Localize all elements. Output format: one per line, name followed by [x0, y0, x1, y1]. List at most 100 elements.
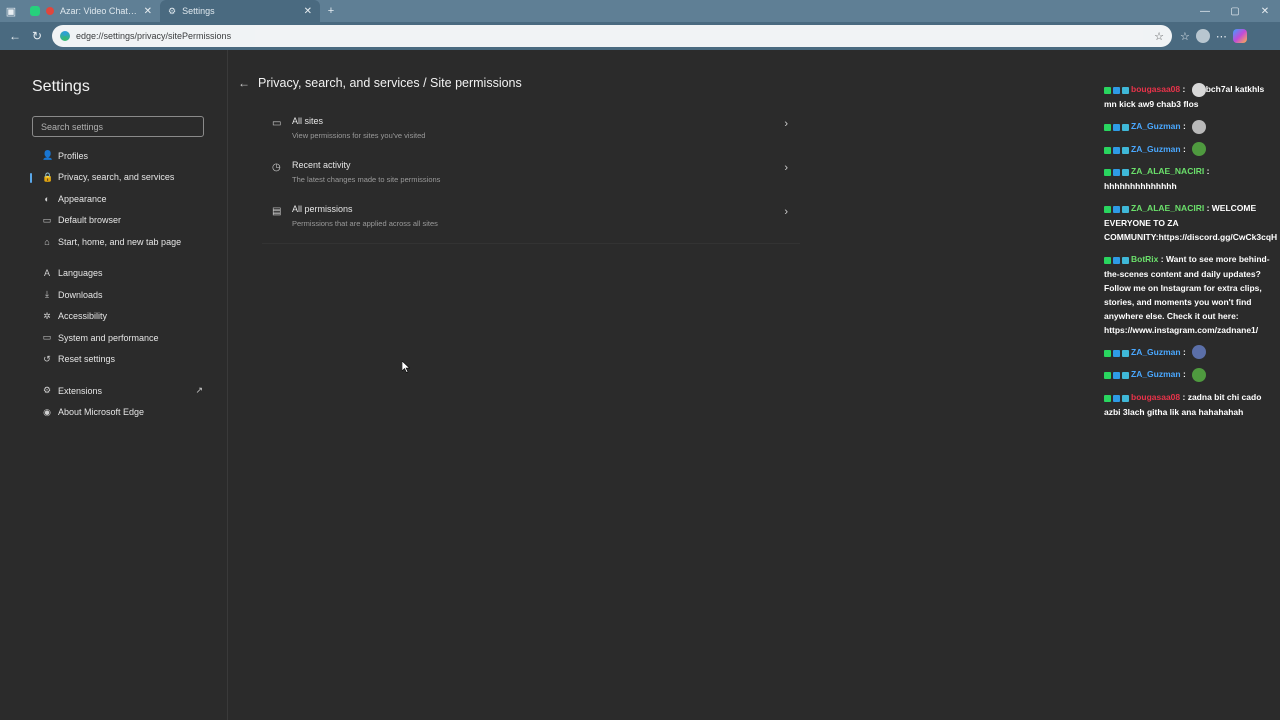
badge-icon — [1113, 123, 1120, 131]
chevron-right-icon: › — [784, 162, 788, 174]
badge-icon — [1113, 206, 1120, 213]
user-badges-icon — [1104, 391, 1131, 405]
chat-message: ZA_ALAE_NACIRI : hhhhhhhhhhhhhh — [1104, 164, 1278, 193]
sidebar-item-start-home[interactable]: ⌂ Start, home, and new tab page — [32, 231, 203, 253]
chat-separator: : — [1180, 369, 1189, 380]
badge-icon — [1104, 169, 1111, 177]
chat-username[interactable]: ZA_Guzman — [1131, 121, 1181, 131]
sidebar-item-extensions[interactable]: ⚙ Extensions ↗ — [32, 380, 203, 402]
chat-username[interactable]: bougasaa08 — [1131, 392, 1180, 402]
chat-separator: : — [1180, 346, 1189, 357]
item-title: All permissions — [292, 204, 353, 214]
favorites-icon[interactable]: ☆ — [1180, 30, 1190, 43]
profile-avatar[interactable] — [1195, 29, 1210, 43]
sidebar-item-label: Reset settings — [58, 354, 116, 365]
item-subtitle: Permissions that are applied across all … — [292, 219, 438, 228]
window-controls: — ▢ ✕ — [1190, 6, 1280, 17]
chevron-right-icon: › — [784, 206, 788, 218]
chat-username[interactable]: bougasaa08 — [1131, 84, 1180, 94]
emote-icon — [1192, 345, 1207, 360]
tab-azar[interactable]: Azar: Video Chat | Alternative ✕ — [22, 0, 160, 22]
badge-icon — [1113, 87, 1120, 94]
list-item-all-permissions[interactable]: ▤ All permissions Permissions that are a… — [262, 200, 800, 244]
chat-username[interactable]: ZA_Guzman — [1131, 347, 1181, 357]
close-window-button[interactable]: ✕ — [1250, 6, 1280, 17]
sidebar-item-languages[interactable]: A Languages — [32, 263, 203, 285]
badge-icon — [1104, 146, 1111, 154]
more-menu-icon[interactable]: ⋯ — [1216, 30, 1227, 43]
chat-separator: : — [1180, 143, 1189, 154]
chat-separator: : — [1158, 253, 1166, 264]
emote-icon — [1192, 142, 1207, 157]
badge-icon — [1122, 372, 1129, 380]
address-bar[interactable]: edge://settings/privacy/sitePermissions … — [52, 25, 1172, 47]
item-subtitle: The latest changes made to site permissi… — [292, 175, 441, 184]
new-tab-button[interactable]: + — [320, 0, 342, 22]
sidebar-item-label: Extensions — [58, 385, 103, 396]
sidebar-item-label: Appearance — [58, 193, 107, 204]
sidebar-item-reset[interactable]: ↺ Reset settings — [32, 349, 203, 371]
minimize-button[interactable]: — — [1190, 6, 1220, 17]
accessibility-icon: ✲ — [43, 310, 51, 321]
list-item-all-sites[interactable]: ▭ All sites View permissions for sites y… — [262, 112, 800, 156]
chat-username[interactable]: ZA_Guzman — [1131, 144, 1181, 154]
toolbar-right: ☆ ⋯ — [1180, 29, 1247, 43]
chat-separator: : — [1180, 120, 1189, 131]
extensions-icon: ⚙ — [42, 385, 52, 396]
settings-title: Settings — [32, 78, 90, 95]
user-badges-icon — [1104, 368, 1131, 382]
user-badges-icon — [1104, 253, 1131, 267]
badge-icon — [1104, 87, 1111, 94]
sidebar-item-privacy[interactable]: 🔒 Privacy, search, and services — [30, 167, 203, 189]
chat-message: ZA_Guzman : — [1104, 142, 1278, 157]
chat-message: ZA_ALAE_NACIRI : WELCOME EVERYONE TO ZA … — [1104, 201, 1278, 244]
badge-icon — [1122, 87, 1129, 94]
badge-icon — [1113, 146, 1120, 154]
chat-username[interactable]: BotRix — [1131, 254, 1158, 264]
badge-icon — [1122, 256, 1129, 264]
tab-actions-icon[interactable]: ▣ — [0, 0, 22, 22]
copilot-icon[interactable] — [1232, 29, 1247, 43]
badge-icon — [1104, 206, 1111, 213]
sidebar-item-profiles[interactable]: 👤 Profiles — [32, 145, 203, 167]
reset-icon: ↺ — [43, 353, 51, 364]
gear-icon: ⚙ — [168, 5, 177, 16]
sidebar-item-appearance[interactable]: ◐ Appearance — [32, 188, 203, 210]
tab-settings[interactable]: ⚙ Settings ✕ — [160, 0, 320, 22]
badge-icon — [1113, 256, 1120, 264]
close-tab-icon[interactable]: ✕ — [304, 6, 312, 17]
tab-label: Azar: Video Chat | Alternative — [60, 6, 138, 16]
chat-username[interactable]: ZA_ALAE_NACIRI — [1131, 203, 1204, 213]
download-icon: ⤓ — [45, 289, 49, 300]
badge-icon — [1104, 256, 1111, 264]
chat-separator: : — [1180, 392, 1188, 402]
sidebar-item-accessibility[interactable]: ✲ Accessibility — [32, 306, 203, 328]
badge-icon — [1104, 372, 1111, 380]
maximize-button[interactable]: ▢ — [1220, 6, 1250, 17]
sidebar-item-label: Privacy, search, and services — [58, 172, 175, 183]
search-settings-input[interactable]: Search settings — [32, 116, 204, 137]
chat-username[interactable]: ZA_ALAE_NACIRI — [1131, 166, 1204, 176]
sidebar-item-system[interactable]: ▭ System and performance — [32, 327, 203, 349]
back-button[interactable]: ← — [4, 25, 26, 47]
user-badges-icon — [1104, 142, 1131, 156]
user-badges-icon — [1104, 202, 1131, 216]
palette-icon: ◐ — [44, 193, 50, 204]
chat-overlay: bougasaa08 : bch7al katkhls mn kick aw9 … — [1104, 82, 1278, 427]
nav-spacer — [32, 370, 203, 380]
back-arrow-icon[interactable]: ← — [238, 76, 250, 90]
list-item-recent-activity[interactable]: ◷ Recent activity The latest changes mad… — [262, 156, 800, 200]
emote-icon — [1192, 119, 1207, 134]
sidebar-item-about[interactable]: ◉ About Microsoft Edge — [32, 402, 203, 424]
emote-icon — [1192, 368, 1207, 382]
badge-icon — [1104, 349, 1111, 357]
sidebar-item-default-browser[interactable]: ▭ Default browser — [32, 210, 203, 232]
refresh-button[interactable]: ↻ — [26, 25, 48, 47]
chat-message: bougasaa08 : bch7al katkhls mn kick aw9 … — [1104, 82, 1278, 111]
badge-icon — [1122, 123, 1129, 131]
badge-icon — [1113, 169, 1120, 177]
chat-username[interactable]: ZA_Guzman — [1131, 369, 1181, 379]
sidebar-item-downloads[interactable]: ⤓ Downloads — [32, 284, 203, 306]
close-tab-icon[interactable]: ✕ — [144, 6, 152, 17]
favorite-star-icon[interactable]: ☆ — [1154, 30, 1164, 43]
